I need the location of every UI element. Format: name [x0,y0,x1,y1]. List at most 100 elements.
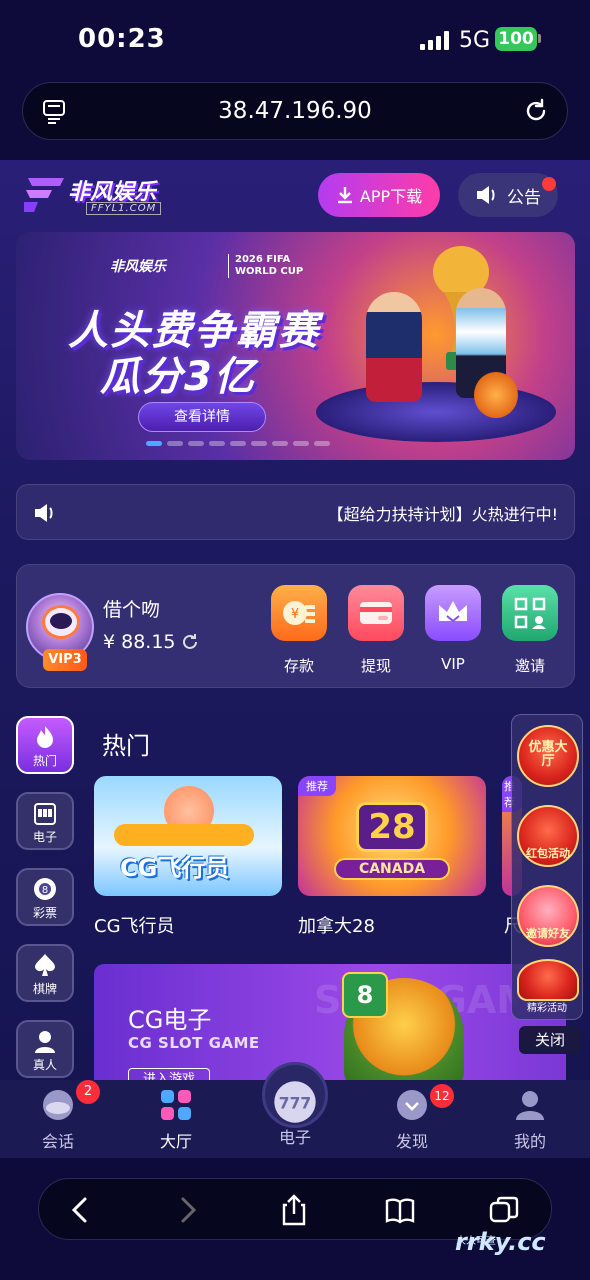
promo-hall-icon[interactable]: 优惠大厅 [517,725,579,787]
forward-icon[interactable] [171,1193,205,1227]
category-hot[interactable]: 热门 [16,716,74,774]
tab-lobby[interactable]: 大厅 [136,1088,216,1152]
banner-dot[interactable] [230,441,246,446]
status-bar: 00:23 5G 100 [0,0,590,80]
player-figure-left [366,292,422,402]
battery-icon: 100 [495,27,537,51]
tab-chat-label: 会话 [41,1132,74,1151]
tab-slots-label: 电子 [278,1128,311,1147]
banner-logo: 非风娱乐 [110,259,166,275]
vip-button[interactable]: VIP [425,585,481,676]
svg-text:777: 777 [279,1094,311,1112]
banner-dot[interactable] [293,441,309,446]
banner-dot[interactable] [314,441,330,446]
activities-caption: 精彩活动 [527,1003,567,1014]
invite-friends-label: 邀请好友 [526,927,570,940]
invite-friends-icon[interactable]: 邀请好友 [517,885,579,947]
game-label: CG飞行员 [94,916,175,937]
banner-dot[interactable] [251,441,267,446]
download-icon [337,187,352,204]
promo-title: CG电子 [128,1006,212,1034]
speaker-icon [35,504,53,522]
user-panel: VIP3 借个吻 ¥ 88.15 ¥ 存款 提现 VIP 邀请 [16,564,575,688]
announcement-marquee[interactable]: 【超给力扶持计划】火热进行中! [16,484,575,540]
invite-button[interactable]: 邀请 [502,585,558,676]
battery-tip [538,34,541,43]
share-icon[interactable] [277,1193,311,1227]
svg-text:8: 8 [42,885,48,896]
discover-icon [397,1090,427,1120]
status-time: 00:23 [78,24,166,54]
slot-777-icon: 777 [274,1081,316,1123]
notice-dot [542,177,556,191]
crown-icon [425,585,481,641]
qr-invite-icon [502,585,558,641]
withdraw-button[interactable]: 提现 [348,585,404,676]
promo-hall-label: 优惠大厅 [528,740,568,769]
tab-profile[interactable]: 我的 [490,1088,570,1152]
tab-chat[interactable]: 会话 2 [18,1080,100,1152]
close-activities-button[interactable]: 关闭 [519,1026,581,1054]
signal-icon [420,30,449,50]
promo-subtitle: CG SLOT GAME [128,1034,260,1052]
invite-label: 邀请 [514,657,545,675]
enter-game-button[interactable]: 进入游戏 [128,1068,210,1080]
refresh-balance-icon[interactable] [180,632,200,652]
tab-lobby-label: 大厅 [159,1132,192,1151]
unread-badge: 2 [76,1080,100,1104]
red-packet-label: 红包活动 [526,847,570,860]
watermark: rrky.cc [455,1228,546,1256]
banner-pagination[interactable] [146,441,330,446]
app-download-button[interactable]: APP下载 [318,173,440,217]
profile-icon [516,1091,544,1120]
game-label: 加拿大28 [298,916,375,937]
back-icon[interactable] [63,1193,97,1227]
view-detail-button[interactable]: 查看详情 [138,402,266,432]
category-cards-label: 棋牌 [32,982,57,996]
category-live-label: 真人 [32,1058,57,1072]
deposit-button[interactable]: ¥ 存款 [271,585,327,676]
category-live[interactable]: 真人 [16,1020,74,1078]
game-card-cg-pilot[interactable]: CG飞行员 [94,776,282,896]
tab-discover[interactable]: 发现 12 [372,1084,454,1152]
banner-dot[interactable] [146,441,162,446]
banner-dot[interactable] [272,441,288,446]
game-card-canada-28[interactable]: 推荐 28 CANADA [298,776,486,896]
game-art-plane [114,824,254,846]
astronaut-visor [50,613,72,629]
banner-dot[interactable] [188,441,204,446]
notice-button[interactable]: 公告 [458,173,558,217]
bottom-tab-bar: 会话 2 大厅 777 电子 发现 12 我的 [0,1062,590,1158]
reload-icon[interactable] [523,98,549,124]
category-cards[interactable]: 棋牌 [16,944,74,1002]
cg-slot-promo[interactable]: SLOT GAME 8 CG电子 CG SLOT GAME 进入游戏 [94,964,566,1080]
deposit-icon: ¥ [271,585,327,641]
address-bar[interactable]: 38.47.196.90 [22,82,568,140]
banner-fifa: 2026 FIFA WORLD CUP [228,254,303,278]
banner-dot[interactable] [209,441,225,446]
dealer-icon [35,1031,55,1053]
slot-machine-icon [34,803,56,825]
notice-label: 公告 [507,187,541,208]
activities-icon[interactable] [517,959,579,1001]
promo-banner[interactable]: 非风娱乐 2026 FIFA WORLD CUP 人头费争霸赛 瓜分3亿 查看详… [16,232,575,460]
deposit-label: 存款 [283,657,314,675]
url-text[interactable]: 38.47.196.90 [23,98,567,124]
banner-headline-2: 瓜分3亿 [100,354,256,400]
app-download-label: APP下载 [359,187,423,206]
red-packet-icon[interactable]: 红包活动 [517,805,579,867]
unread-badge: 12 [430,1084,454,1108]
tabs-icon[interactable] [487,1193,521,1227]
site-logo[interactable]: 非风娱乐 FFYL1.COM [24,174,174,220]
tab-slots[interactable]: 777 电子 [255,1081,335,1148]
category-slots[interactable]: 电子 [16,792,74,850]
logo-mark-icon [24,178,64,212]
svg-text:¥: ¥ [291,607,299,622]
bookmarks-icon[interactable] [383,1193,417,1227]
game-art-title: CG飞行员 [120,854,230,882]
category-lottery[interactable]: 8 彩票 [16,868,74,926]
vip-level-badge: VIP3 [43,649,87,671]
banner-dot[interactable] [167,441,183,446]
vip-label: VIP [441,655,465,673]
lottery-ball-icon: 8 [34,878,56,900]
